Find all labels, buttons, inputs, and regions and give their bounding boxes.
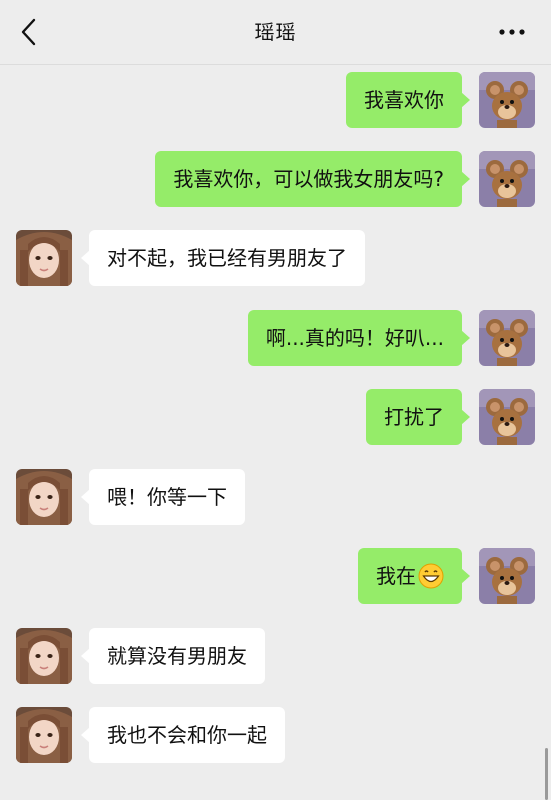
mouse-avatar-icon: [479, 72, 535, 128]
message-row: 我在: [0, 548, 551, 606]
girl-avatar-icon: [16, 230, 72, 286]
message-text: 我在: [376, 564, 416, 588]
message-row: 啊...真的吗！好叭...: [0, 310, 551, 368]
message-bubble[interactable]: 打扰了: [366, 389, 470, 445]
message-row: 我喜欢你，可以做我女朋友吗?: [0, 151, 551, 209]
message-row: 打扰了: [0, 389, 551, 447]
message-bubble[interactable]: 我也不会和你一起: [81, 707, 285, 763]
avatar[interactable]: [479, 310, 535, 366]
message-bubble[interactable]: 我喜欢你，可以做我女朋友吗?: [155, 151, 470, 207]
message-row: 我喜欢你: [0, 72, 551, 130]
mouse-avatar-icon: [479, 151, 535, 207]
message-bubble[interactable]: 对不起，我已经有男朋友了: [81, 230, 365, 286]
avatar[interactable]: [16, 469, 72, 525]
chat-title: 瑶瑶: [254, 20, 297, 44]
avatar[interactable]: [16, 230, 72, 286]
message-row: 喂！你等一下: [0, 469, 551, 527]
more-dots-icon: [499, 29, 525, 35]
message-row: 就算没有男朋友: [0, 628, 551, 686]
message-row: 我也不会和你一起: [0, 707, 551, 765]
scrollbar[interactable]: [545, 748, 548, 800]
avatar[interactable]: [16, 628, 72, 684]
avatar[interactable]: [479, 389, 535, 445]
more-button[interactable]: [497, 24, 529, 40]
avatar[interactable]: [479, 548, 535, 604]
girl-avatar-icon: [16, 707, 72, 763]
chat-screen: 瑶瑶 我喜欢你 我喜欢你，可以做我女朋友吗? 对不起，我已经有男朋友了 啊...…: [0, 0, 551, 800]
avatar[interactable]: [479, 151, 535, 207]
message-bubble[interactable]: 我在: [358, 548, 470, 604]
avatar[interactable]: [16, 707, 72, 763]
girl-avatar-icon: [16, 628, 72, 684]
message-bubble[interactable]: 我喜欢你: [346, 72, 470, 128]
mouse-avatar-icon: [479, 389, 535, 445]
mouse-avatar-icon: [479, 310, 535, 366]
girl-avatar-icon: [16, 469, 72, 525]
grinning-face-icon: [418, 563, 444, 588]
message-bubble[interactable]: 喂！你等一下: [81, 469, 245, 525]
message-bubble[interactable]: 啊...真的吗！好叭...: [247, 310, 471, 366]
mouse-avatar-icon: [479, 548, 535, 604]
chat-header: 瑶瑶: [0, 0, 551, 65]
message-bubble[interactable]: 就算没有男朋友: [81, 628, 265, 684]
avatar[interactable]: [479, 72, 535, 128]
message-row: 对不起，我已经有男朋友了: [0, 230, 551, 288]
